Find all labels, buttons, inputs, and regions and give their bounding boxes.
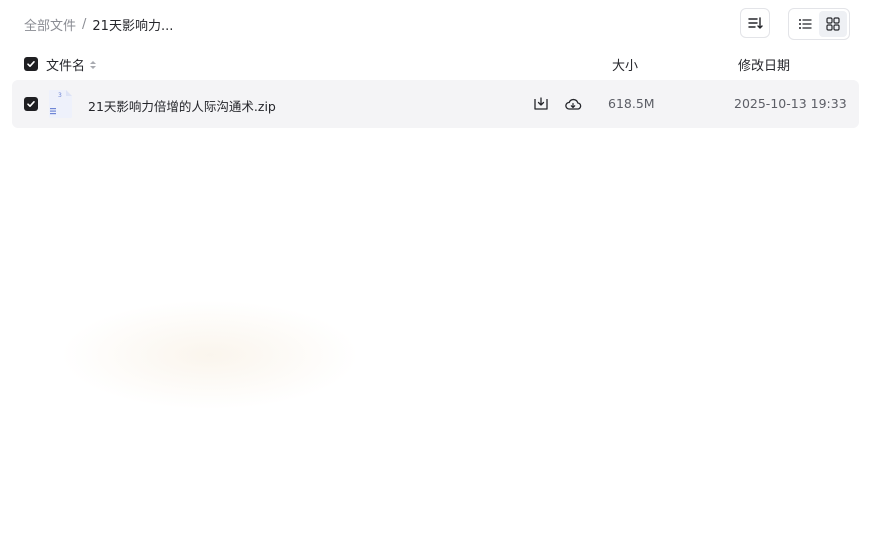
column-header-name-label: 文件名 bbox=[46, 59, 86, 74]
column-header-size[interactable]: 大小 bbox=[612, 55, 638, 74]
svg-text:3: 3 bbox=[58, 92, 62, 99]
grid-view-button[interactable] bbox=[819, 11, 847, 37]
sort-button[interactable] bbox=[740, 8, 770, 38]
list-view-button[interactable] bbox=[791, 11, 819, 37]
file-browser: 全部文件 / 21天影响力... 文件名 大小 修改日期 3 21天影响力倍增的… bbox=[0, 0, 874, 538]
list-view-icon bbox=[799, 19, 812, 29]
view-toggle bbox=[788, 8, 850, 40]
download-icon[interactable] bbox=[532, 95, 550, 113]
table-header: 文件名 大小 修改日期 bbox=[0, 52, 874, 76]
file-size: 618.5M bbox=[608, 96, 655, 111]
sort-caret-icon bbox=[89, 60, 97, 70]
column-header-name[interactable]: 文件名 bbox=[46, 55, 97, 74]
breadcrumb-root-link[interactable]: 全部文件 bbox=[24, 15, 76, 34]
select-all-checkbox[interactable] bbox=[24, 57, 38, 71]
table-row[interactable]: 3 21天影响力倍增的人际沟通术.zip 618.5M 2025-10-13 1… bbox=[12, 80, 859, 128]
checkmark-icon bbox=[27, 101, 35, 107]
file-name[interactable]: 21天影响力倍增的人际沟通术.zip bbox=[88, 96, 276, 115]
file-modified-date: 2025-10-13 19:33 bbox=[734, 96, 847, 111]
zip-file-icon: 3 bbox=[49, 90, 72, 118]
breadcrumb-separator: / bbox=[82, 16, 87, 32]
background-glow bbox=[60, 300, 360, 410]
row-checkbox[interactable] bbox=[24, 97, 38, 111]
save-to-cloud-icon[interactable] bbox=[564, 95, 582, 113]
checkmark-icon bbox=[27, 61, 35, 67]
column-header-modified[interactable]: 修改日期 bbox=[738, 55, 790, 74]
breadcrumb-current-folder: 21天影响力... bbox=[92, 18, 174, 34]
sort-icon bbox=[748, 17, 763, 29]
grid-view-icon bbox=[826, 17, 840, 31]
breadcrumb: 全部文件 / 21天影响力... bbox=[24, 14, 173, 34]
